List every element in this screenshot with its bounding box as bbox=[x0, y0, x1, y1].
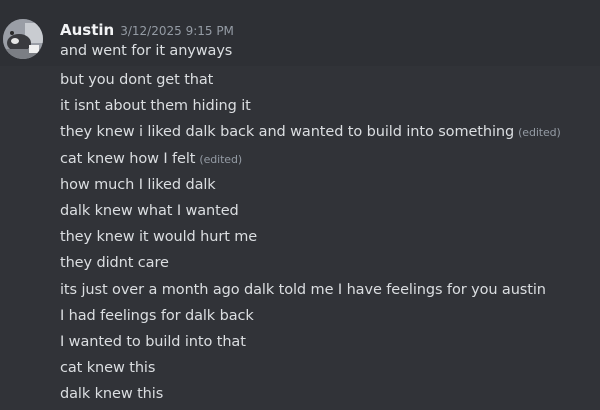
author-name[interactable]: Austin bbox=[60, 21, 114, 39]
user-avatar[interactable] bbox=[3, 19, 43, 59]
message-text: dalk knew this bbox=[60, 386, 164, 403]
message-text: they knew i liked dalk back and wanted t… bbox=[60, 124, 515, 141]
message-text: and went for it anyways bbox=[60, 43, 233, 59]
message-text: cat knew this bbox=[60, 360, 156, 377]
message-line[interactable]: I wanted to build into that bbox=[60, 332, 246, 352]
message-line[interactable]: it isnt about them hiding it bbox=[60, 96, 251, 116]
message-header: Austin 3/12/2025 9:15 PM bbox=[60, 20, 234, 40]
message-text: cat knew how I felt bbox=[60, 150, 196, 167]
message-line[interactable]: its just over a month ago dalk told me I… bbox=[60, 280, 546, 300]
message-line[interactable]: I had feelings for dalk back bbox=[60, 306, 254, 326]
message-line[interactable]: they didnt care bbox=[60, 253, 169, 273]
message-line[interactable]: dalk knew what I wanted bbox=[60, 201, 239, 221]
message-line[interactable]: cat knew this bbox=[60, 358, 155, 378]
message-text: I wanted to build into that bbox=[60, 334, 246, 350]
message-line[interactable]: how much I liked dalk bbox=[60, 175, 216, 195]
message-text: I had feelings for dalk back bbox=[60, 307, 254, 324]
message-text: they didnt care bbox=[60, 255, 169, 272]
chat-message-list: Austin 3/12/2025 9:15 PM and went for it … bbox=[0, 0, 600, 410]
message-line[interactable]: they knew it would hurt me bbox=[60, 227, 257, 247]
message-text: how much I liked dalk bbox=[60, 176, 216, 193]
message-line[interactable]: but you dont get that bbox=[60, 70, 213, 90]
message-line[interactable]: they knew i liked dalk back and wanted t… bbox=[60, 122, 561, 143]
message-text: dalk knew what I wanted bbox=[60, 203, 239, 219]
message-text: they knew it would hurt me bbox=[60, 229, 258, 246]
edited-label: (edited) bbox=[199, 152, 243, 166]
message-text: it isnt about them hiding it bbox=[60, 98, 251, 115]
message-line[interactable]: and went for it anyways bbox=[60, 41, 232, 61]
edited-label: (edited) bbox=[518, 126, 561, 140]
avatar-image-icon bbox=[3, 19, 43, 59]
message-timestamp[interactable]: 3/12/2025 9:15 PM bbox=[120, 24, 234, 38]
message-line[interactable]: cat knew how I felt (edited) bbox=[60, 149, 242, 170]
message-text: its just over a month ago dalk told me I… bbox=[60, 281, 546, 298]
message-line[interactable]: dalk knew this bbox=[60, 384, 163, 404]
message-text: but you dont get that bbox=[60, 72, 214, 88]
